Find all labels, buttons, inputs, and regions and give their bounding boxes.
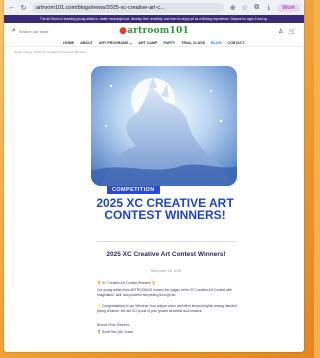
article-paragraph: 🏅 Scott Ren (4th Grade (97, 330, 134, 334)
divider (96, 241, 236, 242)
announcement-text: The Art Room is teaching young artists t… (39, 17, 269, 21)
article-paragraph: Bronze Prize Winners: (97, 323, 130, 327)
browser-toolbar: ← ↻ artroom101.com/blogs/news/2025-xc-cr… (4, 0, 304, 15)
nav-item-home[interactable]: HOME (63, 41, 74, 45)
article-date: November 18, 2025 (150, 269, 182, 273)
hero-image (91, 66, 237, 186)
article-title: 2025 XC Creative Art Contest Winners! (106, 251, 226, 258)
nav-item-about[interactable]: ABOUT (80, 41, 93, 45)
site-logo[interactable]: ●artroom101 (119, 26, 189, 36)
cart-icon[interactable]: 🛒 (289, 28, 296, 35)
article-paragraph: ✨ Congratulations to our Winners! Your u… (97, 304, 237, 313)
nav-item-trial-class[interactable]: TRIAL CLASS (181, 41, 205, 45)
article-paragraph: 🏆 XC Creative Art Contest Winners! 🏆 (97, 281, 156, 285)
nav-item-party[interactable]: PARTY (163, 41, 175, 45)
nav-item-blog[interactable]: BLOG (211, 41, 221, 45)
logo-text: artroom101 (127, 26, 189, 36)
nav-item-art-programs[interactable]: ART PROGRAMS ⌄ (99, 41, 133, 45)
account-icon[interactable]: ♙ (278, 28, 283, 35)
nav-item-contact[interactable]: CONTACT (227, 41, 244, 45)
address-bar[interactable]: artroom101.com/blogs/news/2025-xc-creati… (32, 2, 225, 13)
main-nav: HOME ABOUT ART PROGRAMS ⌄ ART CAMP PARTY TRIA… (4, 39, 304, 47)
bookmark-star-icon[interactable]: ☆ (241, 4, 248, 12)
search-box[interactable]: ⌕ Search our store (12, 27, 49, 35)
howling-wolf-illustration (91, 66, 237, 186)
extensions-icon[interactable]: ⧉ (253, 4, 260, 12)
reload-icon[interactable]: ↻ (20, 4, 27, 12)
announcement-bar: The Art Room is teaching young artists t… (4, 15, 304, 23)
url-text: artroom101.com/blogs/news/2025-xc-creati… (36, 4, 165, 11)
article-paragraph: Our young artists from ARTROOM101 wowed … (97, 288, 232, 297)
breadcrumb: Home / News / 2025 XC Creative Art Conte… (14, 50, 87, 54)
search-icon[interactable]: ⌕ (12, 27, 16, 35)
search-placeholder: Search our store (18, 28, 49, 34)
profile-button[interactable]: Work (277, 3, 300, 12)
category-tag[interactable]: COMPETITION (107, 186, 160, 194)
hero-title: 2025 XC CREATIVE ART CONTEST WINNERS! (96, 196, 234, 222)
site-header: ⌕ Search our store ●artroom101 ♙ 🛒 (4, 23, 304, 39)
zoom-icon[interactable]: ⊕ (229, 4, 236, 12)
back-arrow-icon[interactable]: ← (8, 4, 15, 11)
download-icon[interactable]: ⤓ (265, 4, 272, 12)
nav-item-art-camp[interactable]: ART CAMP (138, 41, 157, 45)
